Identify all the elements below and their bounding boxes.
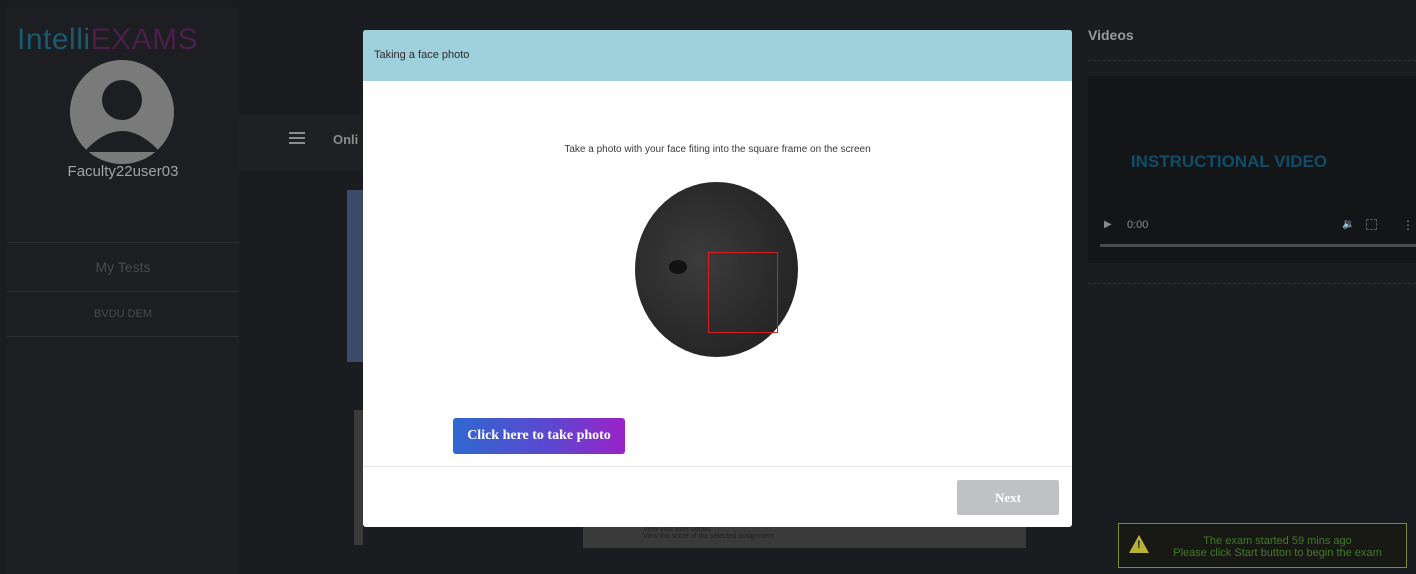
logo-part2: EXAMS xyxy=(90,23,199,56)
sidebar-item-bvdu-dem[interactable]: BVDU DEM xyxy=(7,291,239,337)
logo-part1: Intelli xyxy=(17,23,91,56)
volume-icon[interactable]: 🔉 xyxy=(1342,219,1354,230)
modal-title: Taking a face photo xyxy=(374,49,470,61)
exam-started-alert: ! The exam started 59 mins ago Please cl… xyxy=(1118,523,1407,568)
alert-line2: Please click Start button to begin the e… xyxy=(1173,547,1382,559)
alert-text: The exam started 59 mins ago Please clic… xyxy=(1149,535,1406,559)
face-photo-modal: Taking a face photo Take a photo with yo… xyxy=(363,30,1072,527)
username: Faculty22user03 xyxy=(67,163,179,180)
page-title: Onli xyxy=(333,132,359,147)
next-button[interactable]: Next xyxy=(957,480,1059,515)
sidebar-item-my-tests[interactable]: My Tests xyxy=(7,242,239,291)
camera-artifact xyxy=(669,260,687,274)
more-vertical-icon[interactable]: ⋮ xyxy=(1402,218,1414,232)
face-frame xyxy=(708,252,778,333)
warning-icon: ! xyxy=(1129,535,1149,553)
sidebar: IntelliEXAMS Faculty22user03 My Tests BV… xyxy=(7,7,239,574)
modal-divider xyxy=(363,466,1072,467)
background-doc-line1: View your user details xyxy=(643,526,712,533)
hamburger-icon[interactable] xyxy=(289,132,305,144)
divider xyxy=(1088,283,1416,284)
video-title: INSTRUCTIONAL VIDEO xyxy=(1130,152,1328,171)
video-progress-bar[interactable] xyxy=(1100,244,1416,247)
user-avatar-icon xyxy=(70,60,174,164)
logo: IntelliEXAMS xyxy=(17,23,198,57)
background-card xyxy=(347,190,363,362)
fullscreen-icon[interactable] xyxy=(1366,219,1377,230)
videos-title: Videos xyxy=(1088,27,1134,43)
background-doc-line2: View the score of the selected assignmen… xyxy=(643,533,775,540)
video-time: 0:00 xyxy=(1127,219,1149,231)
background-card-2 xyxy=(354,410,363,545)
divider xyxy=(1088,60,1416,61)
background-document: View your user details View the score of… xyxy=(583,526,1026,548)
play-icon[interactable]: ▶ xyxy=(1104,219,1112,230)
take-photo-button[interactable]: Click here to take photo xyxy=(453,418,625,454)
alert-line1: The exam started 59 mins ago xyxy=(1203,535,1352,547)
modal-header: Taking a face photo xyxy=(363,30,1072,81)
photo-instruction: Take a photo with your face fiting into … xyxy=(564,144,871,155)
